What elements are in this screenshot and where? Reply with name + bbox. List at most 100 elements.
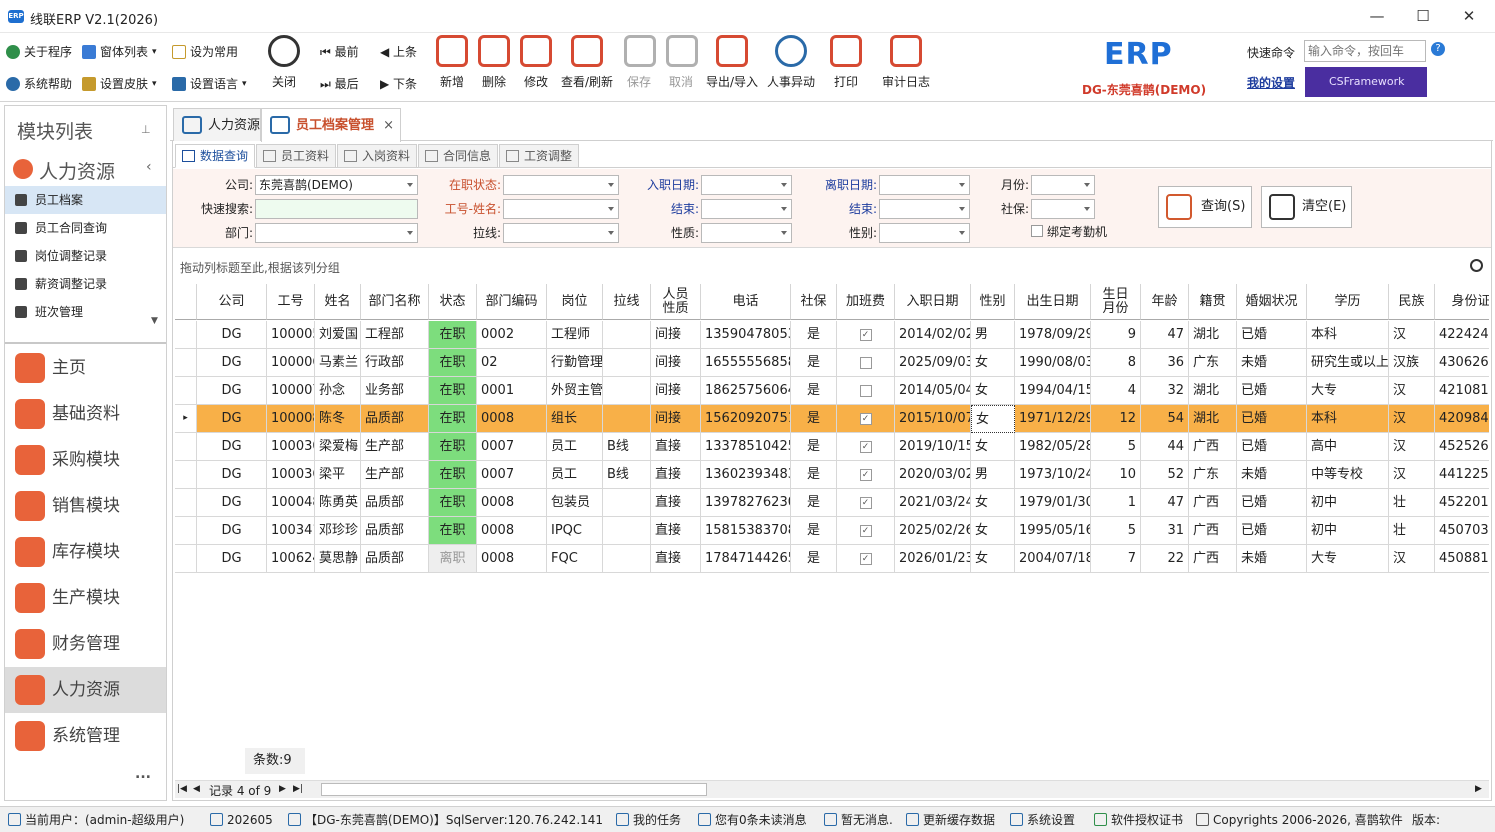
table-cell[interactable] (837, 377, 895, 405)
notifications[interactable]: 暂无消息. (824, 811, 893, 829)
add-button[interactable]: 新增 (436, 35, 468, 97)
module-inventory[interactable]: 库存模块 (5, 529, 166, 575)
module-finance[interactable]: 财务管理 (5, 621, 166, 667)
table-row[interactable]: DG100030梁爱梅生产部在职0007员工B线直接13378510425是 ✓ 2… (175, 433, 1489, 461)
tab-close-icon[interactable]: × (383, 109, 394, 142)
table-row[interactable]: DG100007孙念业务部在职0001外贸主管 间接18625756064是 201… (175, 377, 1489, 405)
subtab-employee-info[interactable]: 员工资料 (256, 144, 337, 168)
column-header[interactable]: 身份证号 (1435, 284, 1489, 320)
set-favorite-button[interactable]: 设为常用 (172, 41, 238, 63)
sidebar-item-employee-file[interactable]: 员工档案 (5, 186, 166, 214)
overtime-checkbox[interactable]: ✓ (859, 412, 872, 425)
view-refresh-button[interactable]: 查看/刷新 (558, 35, 616, 97)
print-button[interactable]: 打印 (830, 35, 862, 97)
my-settings-link[interactable]: 我的设置 (1247, 74, 1295, 91)
table-row[interactable]: DG100341邓珍珍品质部在职0008IPQC 直接15815383708是 ✓ 2… (175, 517, 1489, 545)
column-header[interactable]: 性别 (971, 284, 1015, 320)
collapse-icon[interactable]: ‹ (146, 159, 152, 175)
dept-select[interactable] (255, 223, 418, 243)
edit-button[interactable]: 修改 (520, 35, 552, 97)
about-button[interactable]: 关于程序 (6, 41, 72, 63)
row-indicator[interactable] (175, 377, 197, 405)
column-header[interactable]: 部门名称 (361, 284, 429, 320)
unread-messages[interactable]: 您有0条未读消息 (698, 811, 807, 829)
column-header[interactable]: 出生日期 (1015, 284, 1091, 320)
row-indicator[interactable] (175, 489, 197, 517)
row-indicator[interactable] (175, 517, 197, 545)
nav-next-icon[interactable]: ▶ (279, 784, 286, 794)
tab-employee-file[interactable]: 员工档案管理 × (261, 108, 401, 142)
column-header[interactable]: 岗位 (547, 284, 603, 320)
join-date-input[interactable] (701, 175, 792, 195)
pin-icon[interactable]: ⊥ (141, 123, 151, 136)
quick-search-input[interactable] (255, 199, 418, 219)
nav-first-icon[interactable]: |◀ (177, 784, 187, 794)
table-cell[interactable]: ✓ (837, 545, 895, 573)
overtime-checkbox[interactable]: ✓ (859, 440, 872, 453)
minimize-button[interactable]: — (1354, 4, 1400, 28)
row-indicator[interactable] (175, 461, 197, 489)
column-header[interactable]: 姓名 (315, 284, 361, 320)
splitter[interactable] (5, 342, 166, 344)
id-name-select[interactable] (503, 199, 619, 219)
module-sales[interactable]: 销售模块 (5, 483, 166, 529)
system-settings[interactable]: 系统设置 (1010, 811, 1075, 829)
subtab-salary-adjust[interactable]: 工资调整 (499, 144, 580, 168)
module-hr[interactable]: 人力资源 (5, 667, 166, 713)
column-header[interactable]: 工号 (267, 284, 315, 320)
column-header[interactable]: 籍贯 (1189, 284, 1237, 320)
horizontal-scroll-thumb[interactable] (321, 783, 707, 796)
tab-hr[interactable]: 人力资源 (173, 108, 261, 141)
column-header[interactable]: 入职日期 (895, 284, 971, 320)
search-icon[interactable] (1470, 259, 1483, 272)
row-indicator[interactable] (175, 349, 197, 377)
column-header[interactable]: 公司 (197, 284, 267, 320)
module-system[interactable]: 系统管理 (5, 713, 166, 759)
overtime-checkbox[interactable]: ✓ (859, 524, 872, 537)
subtab-onboard-info[interactable]: 入岗资料 (337, 144, 418, 168)
column-header[interactable]: 学历 (1307, 284, 1389, 320)
maximize-button[interactable]: ☐ (1400, 4, 1446, 28)
prev-record-button[interactable]: ◀ 上条 (380, 41, 417, 63)
column-header[interactable]: 婚姻状况 (1237, 284, 1307, 320)
table-row[interactable]: ▸DG100008陈冬品质部在职0008组长 间接15620920751是 ✓ 201… (175, 405, 1489, 433)
export-import-button[interactable]: 导出/导入 (704, 35, 760, 97)
close-window-button[interactable]: ✕ (1446, 4, 1492, 28)
company-select[interactable]: 东莞喜鹊(DEMO) (255, 175, 418, 195)
group-by-panel[interactable]: 拖动列标题至此,根据该列分组 (175, 256, 1489, 281)
nature-select[interactable] (701, 223, 792, 243)
table-cell[interactable]: ✓ (837, 489, 895, 517)
overtime-checkbox[interactable]: ✓ (859, 328, 872, 341)
refresh-cache[interactable]: 更新缓存数据 (906, 811, 995, 829)
db-connection[interactable]: 【DG-东莞喜鹊(DEMO)】SqlServer:120.76.242.141 (288, 811, 603, 829)
cancel-button[interactable]: 取消 (666, 35, 698, 97)
sidebar-item-salary-change[interactable]: 薪资调整记录 (5, 270, 166, 298)
row-indicator[interactable] (175, 433, 197, 461)
sidebar-item-shift[interactable]: 班次管理 (5, 298, 166, 326)
table-cell[interactable]: ✓ (837, 405, 895, 433)
table-row[interactable]: DG100005刘爱国工程部在职0002工程师 间接13590478053是 ✓ 20… (175, 321, 1489, 349)
table-cell[interactable]: ✓ (837, 321, 895, 349)
scroll-down-icon[interactable]: ▼ (151, 316, 158, 326)
window-list-button[interactable]: 窗体列表 ▾ (82, 41, 157, 63)
row-indicator[interactable] (175, 545, 197, 573)
save-button[interactable]: 保存 (624, 35, 656, 97)
quick-command-input[interactable] (1304, 40, 1426, 62)
column-header[interactable]: 民族 (1389, 284, 1435, 320)
close-module-button[interactable]: 关闭 (266, 35, 302, 97)
sidebar-item-position-change[interactable]: 岗位调整记录 (5, 242, 166, 270)
query-button[interactable]: 查询(S) (1158, 186, 1252, 228)
subtab-data-query[interactable]: 数据查询 (175, 144, 256, 168)
audit-log-button[interactable]: 审计日志 (880, 35, 932, 97)
overtime-checkbox[interactable] (859, 384, 872, 397)
clear-button[interactable]: 清空(E) (1261, 186, 1352, 228)
column-header[interactable]: 生日月份 (1091, 284, 1141, 320)
license-cert[interactable]: 软件授权证书 (1094, 811, 1183, 829)
module-purchase[interactable]: 采购模块 (5, 437, 166, 483)
overtime-checkbox[interactable]: ✓ (859, 468, 872, 481)
column-header[interactable]: 年龄 (1141, 284, 1189, 320)
row-indicator[interactable] (175, 321, 197, 349)
delete-button[interactable]: 删除 (478, 35, 510, 97)
nav-prev-icon[interactable]: ◀ (193, 784, 200, 794)
overtime-checkbox[interactable]: ✓ (859, 552, 872, 565)
